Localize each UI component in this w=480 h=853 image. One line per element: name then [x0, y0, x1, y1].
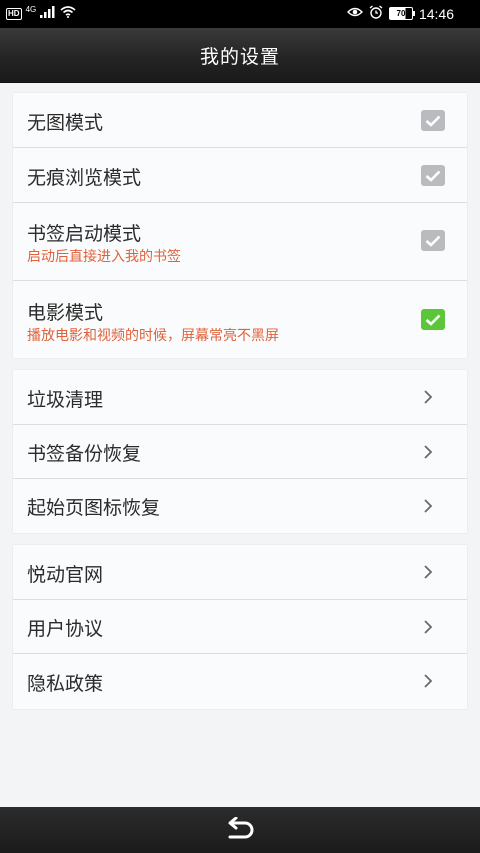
- chevron-right-icon: [424, 674, 433, 688]
- toggle-settings-group: 无图模式 无痕浏览模式 书签启动模式 启动后直接进入我的书签 电影模式 播放电影…: [13, 93, 467, 358]
- menu-item-label: 书签备份恢复: [27, 443, 142, 465]
- no-image-mode-checkbox[interactable]: [421, 110, 445, 131]
- chevron-right-icon: [424, 620, 433, 634]
- setting-row-no-image-mode[interactable]: 无图模式: [13, 93, 467, 148]
- menu-item-garbage-cleanup[interactable]: 垃圾清理: [13, 370, 467, 425]
- bookmark-start-mode-checkbox[interactable]: [421, 230, 445, 251]
- menu-item-start-page-icon-restore[interactable]: 起始页图标恢复: [13, 479, 467, 533]
- chevron-right-icon: [424, 390, 433, 404]
- battery-icon: 70: [388, 7, 415, 20]
- check-icon: [425, 314, 441, 326]
- clock: 14:46: [418, 5, 454, 22]
- menu-item-official-website[interactable]: 悦动官网: [13, 545, 467, 600]
- tools-group: 垃圾清理 书签备份恢复 起始页图标恢复: [13, 370, 467, 533]
- menu-item-label: 悦动官网: [27, 564, 104, 586]
- setting-row-incognito-mode[interactable]: 无痕浏览模式: [13, 148, 467, 203]
- check-icon: [425, 235, 441, 247]
- status-left: HD 4G: [6, 5, 76, 21]
- setting-subtitle: 播放电影和视频的时候，屏幕常亮不黑屏: [27, 328, 279, 344]
- chevron-right-icon: [424, 565, 433, 579]
- check-icon: [425, 170, 441, 182]
- check-icon: [425, 115, 441, 127]
- movie-mode-checkbox[interactable]: [421, 309, 445, 330]
- eye-icon: [346, 6, 363, 21]
- menu-item-label: 隐私政策: [27, 673, 104, 695]
- back-button[interactable]: [220, 815, 260, 845]
- alarm-icon: [369, 5, 383, 22]
- menu-item-label: 垃圾清理: [27, 389, 104, 411]
- bottom-bar: [0, 807, 480, 853]
- menu-item-label: 起始页图标恢复: [27, 497, 161, 519]
- setting-label: 无图模式: [27, 112, 104, 134]
- wifi-icon: [60, 6, 76, 21]
- menu-item-label: 用户协议: [27, 618, 104, 640]
- battery-level: 70: [396, 9, 406, 18]
- page-title: 我的设置: [199, 45, 280, 68]
- setting-row-bookmark-start-mode[interactable]: 书签启动模式 启动后直接进入我的书签: [13, 203, 467, 281]
- incognito-mode-checkbox[interactable]: [421, 165, 445, 186]
- chevron-right-icon: [424, 499, 433, 513]
- header-bar: 我的设置: [0, 28, 480, 83]
- setting-label: 无痕浏览模式: [27, 167, 142, 189]
- back-arrow-icon: [228, 817, 254, 839]
- network-type: 4G: [25, 5, 37, 14]
- menu-item-privacy-policy[interactable]: 隐私政策: [13, 654, 467, 709]
- status-bar: HD 4G 70 14:46: [0, 0, 480, 28]
- status-right: 70 14:46: [346, 5, 454, 22]
- menu-item-user-agreement[interactable]: 用户协议: [13, 600, 467, 654]
- setting-label: 电影模式: [27, 302, 104, 324]
- setting-label: 书签启动模式: [27, 223, 142, 245]
- menu-item-bookmark-backup-restore[interactable]: 书签备份恢复: [13, 425, 467, 479]
- signal-icon: [40, 6, 56, 21]
- hd-badge: HD: [6, 7, 22, 20]
- setting-subtitle: 启动后直接进入我的书签: [27, 249, 181, 265]
- setting-row-movie-mode[interactable]: 电影模式 播放电影和视频的时候，屏幕常亮不黑屏: [13, 281, 467, 358]
- info-group: 悦动官网 用户协议 隐私政策: [13, 545, 467, 709]
- chevron-right-icon: [424, 445, 433, 459]
